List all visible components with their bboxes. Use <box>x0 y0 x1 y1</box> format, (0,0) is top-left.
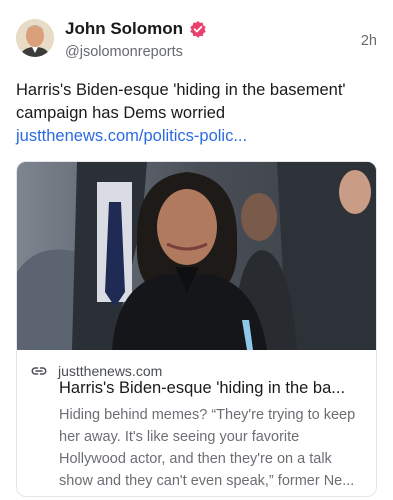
link-icon <box>31 367 47 375</box>
link-description-line: Hollywood actor, and then they're on a t… <box>59 451 332 467</box>
post-timestamp[interactable]: 2h <box>361 33 377 49</box>
post-text-line: Harris's Biden-esque 'hiding in the base… <box>16 81 346 99</box>
link-description: Hiding behind memes? “They're trying to … <box>59 404 371 492</box>
avatar-photo <box>16 19 54 57</box>
author-avatar[interactable] <box>16 19 54 57</box>
link-preview-image <box>17 162 376 350</box>
author-name[interactable]: John Solomon <box>65 19 183 39</box>
social-post: John Solomon @jsolomonreports 2h Harris'… <box>0 0 393 500</box>
link-description-line: her away. It's like seeing your favorite <box>59 429 300 445</box>
link-domain: justthenews.com <box>58 363 163 379</box>
post-text: Harris's Biden-esque 'hiding in the base… <box>16 79 381 148</box>
post-text-line: campaign has Dems worried <box>16 104 226 122</box>
link-domain-row: justthenews.com <box>30 362 162 380</box>
author-name-row[interactable]: John Solomon <box>65 19 207 39</box>
link-title[interactable]: Harris's Biden-esque 'hiding in the ba..… <box>59 379 371 398</box>
verified-badge-icon <box>190 20 206 38</box>
author-handle[interactable]: @jsolomonreports <box>65 44 183 60</box>
link-preview-card[interactable]: justthenews.com Harris's Biden-esque 'hi… <box>16 161 377 497</box>
post-link[interactable]: justthenews.com/politics-polic... <box>16 125 381 148</box>
link-description-line: show and they can't even speak,” former … <box>59 473 355 489</box>
link-description-line: Hiding behind memes? “They're trying to … <box>59 407 356 423</box>
